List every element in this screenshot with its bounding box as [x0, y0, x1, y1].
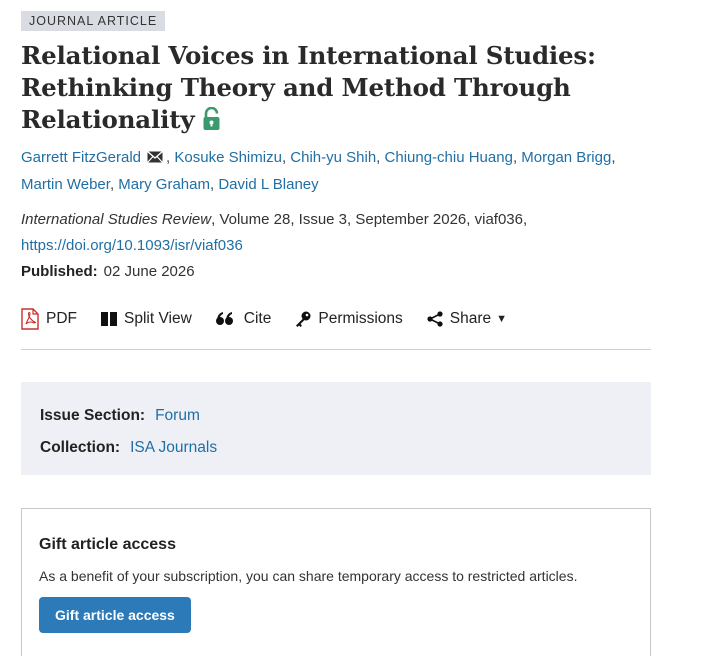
author-link[interactable]: Chiung-chiu Huang [385, 149, 513, 166]
key-icon [295, 311, 311, 327]
quote-icon [215, 312, 234, 326]
published-value: 02 June 2026 [103, 263, 195, 280]
caret-down-icon: ▼ [496, 313, 508, 325]
article-title: Relational Voices in International Studi… [21, 40, 621, 139]
article-type-badge: JOURNAL ARTICLE [21, 11, 166, 31]
permissions-button[interactable]: Permissions [295, 307, 403, 331]
author-link[interactable]: Mary Graham [118, 176, 210, 193]
issue-section-link[interactable]: Forum [155, 407, 200, 424]
author-list: Garrett FitzGerald, Kosuke Shimizu, Chih… [21, 145, 651, 198]
collection-label: Collection: [40, 439, 121, 456]
split-view-button[interactable]: Split View [101, 307, 192, 331]
split-view-icon [101, 312, 117, 326]
doi-link[interactable]: https://doi.org/10.1093/isr/viaf036 [21, 237, 243, 254]
published-date: Published: 02 June 2026 [21, 259, 651, 285]
cite-label: Cite [243, 310, 272, 327]
author-link[interactable]: Morgan Brigg [521, 149, 611, 166]
pdf-icon [21, 308, 39, 330]
article-title-text: Relational Voices in International Studi… [21, 41, 596, 134]
cite-button[interactable]: Cite [215, 307, 272, 331]
journal-name: International Studies Review [21, 211, 212, 228]
share-icon [427, 311, 443, 327]
author-link[interactable]: Garrett FitzGerald [21, 149, 141, 166]
author-link[interactable]: Kosuke Shimizu [174, 149, 282, 166]
permissions-label: Permissions [318, 310, 403, 327]
issue-section-label: Issue Section: [40, 407, 146, 424]
author-link[interactable]: Chih-yu Shih [290, 149, 376, 166]
citation-details: , Volume 28, Issue 3, September 2026, vi… [211, 211, 528, 228]
open-lock-icon [202, 106, 221, 139]
split-view-label: Split View [124, 310, 192, 327]
published-label: Published: [21, 263, 98, 280]
share-label: Share [449, 310, 492, 327]
pdf-label: PDF [46, 310, 77, 327]
pdf-button[interactable]: PDF [21, 307, 77, 331]
citation: International Studies Review, Volume 28,… [21, 207, 651, 259]
collection-link[interactable]: ISA Journals [130, 439, 217, 456]
share-button[interactable]: Share ▼ [427, 307, 507, 331]
envelope-icon[interactable] [147, 146, 163, 172]
gift-access-button[interactable]: Gift article access [39, 597, 191, 633]
issue-section-row: Issue Section: Forum [40, 400, 632, 432]
article-header: JOURNAL ARTICLE Relational Voices in Int… [21, 11, 651, 656]
gift-access-panel: Gift article access As a benefit of your… [21, 508, 651, 656]
collection-row: Collection: ISA Journals [40, 432, 632, 464]
gift-title: Gift article access [39, 536, 176, 553]
issue-info-panel: Issue Section: Forum Collection: ISA Journ… [21, 382, 651, 475]
article-toolbar: PDF Split View Cite Permissions Share ▼ [21, 307, 651, 350]
author-link[interactable]: David L Blaney [218, 176, 318, 193]
gift-description: As a benefit of your subscription, you c… [39, 568, 578, 584]
author-link[interactable]: Martin Weber [21, 176, 110, 193]
